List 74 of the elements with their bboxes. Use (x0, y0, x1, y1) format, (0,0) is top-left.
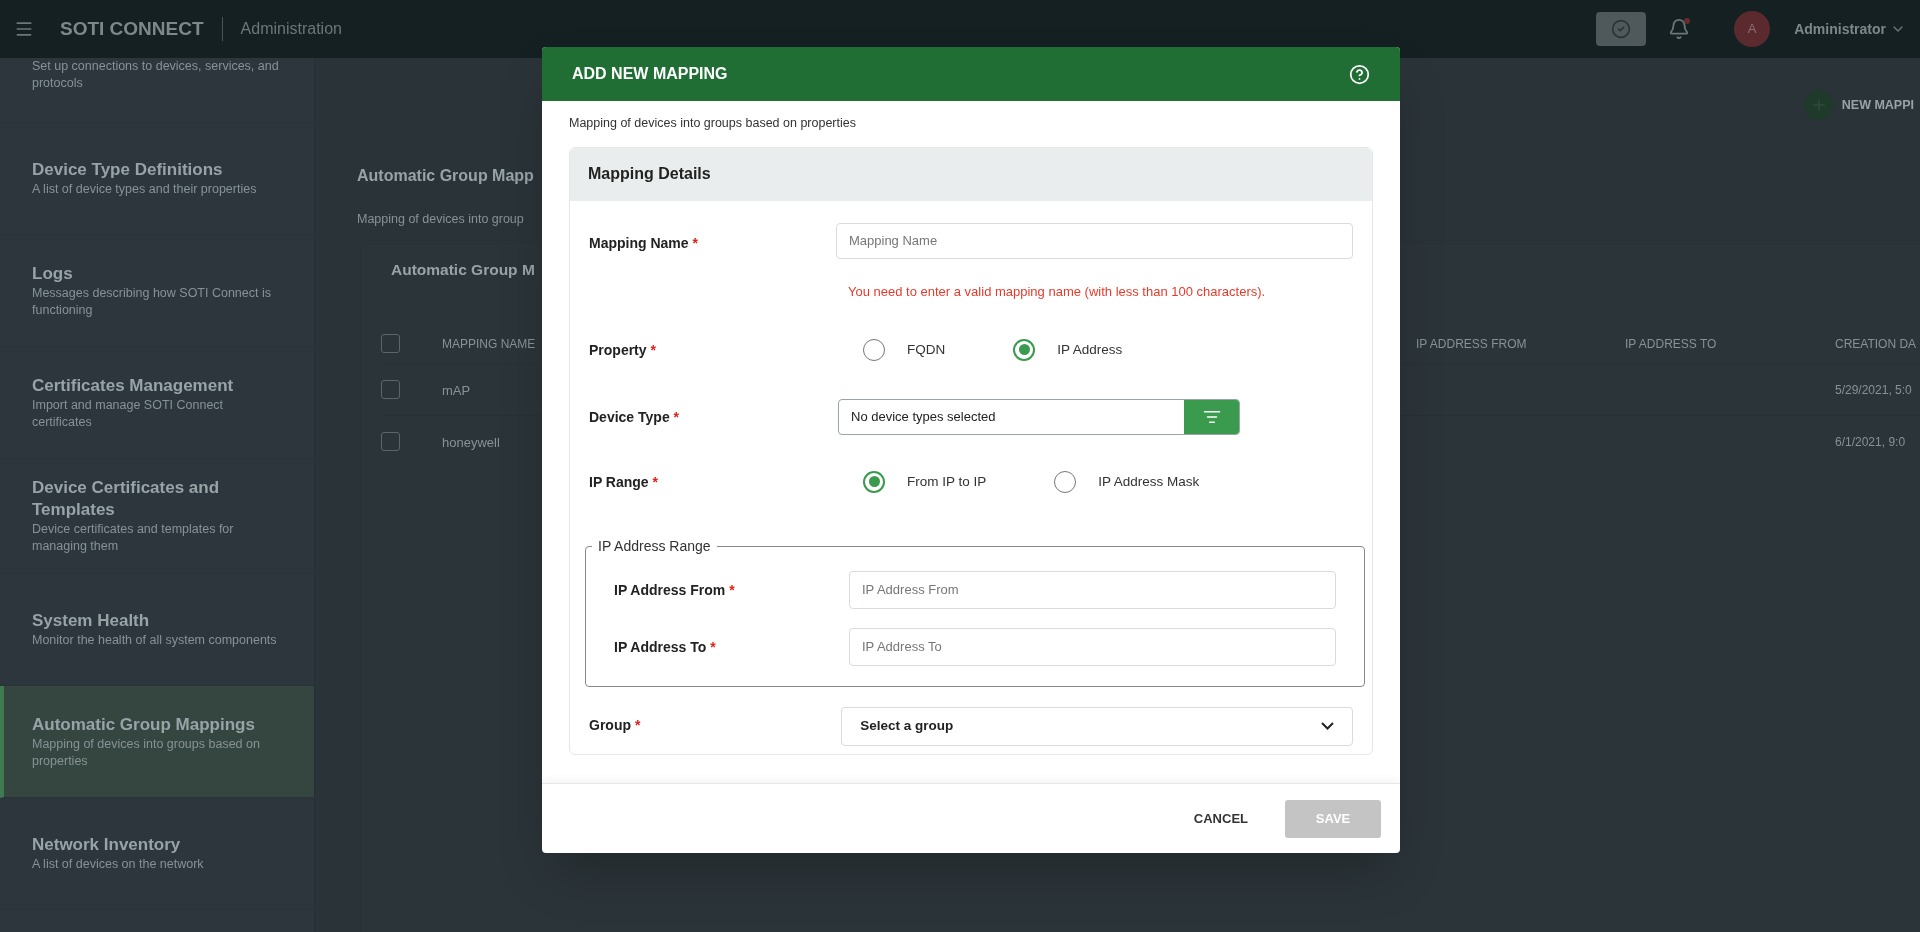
table-cell-text: 6/1/2021, 9:0 (1835, 433, 1906, 451)
column-header: CREATION DA (1835, 337, 1917, 351)
item-title: System Health (32, 610, 151, 632)
menu-icon[interactable] (14, 19, 34, 39)
dialog-description: Mapping of devices into groups based on properties (569, 115, 857, 132)
item-description: A list of device types and their properties (32, 181, 258, 198)
table-title: Automatic Group M (391, 259, 535, 280)
row-checkbox[interactable] (381, 380, 400, 399)
radio-label: From IP to IP (907, 472, 987, 491)
page-title: Automatic Group Mapp (357, 166, 534, 186)
ip-address-field[interactable]: IP Address To (849, 627, 1336, 666)
status-button[interactable] (1596, 12, 1647, 46)
mapping-name-field[interactable]: Mapping Name (836, 222, 1353, 259)
field-label: Device Type * (589, 408, 679, 425)
ip-address-field[interactable]: IP Address From (849, 570, 1336, 609)
user-name[interactable]: Administrator (1794, 18, 1886, 40)
dialog-title: ADD NEW MAPPING (572, 64, 728, 84)
group-legend: IP Address Range (592, 535, 717, 557)
user-avatar[interactable]: A (1734, 11, 1771, 47)
item-description: Set up connections to devices, services, and protocols (32, 58, 280, 92)
sidebar-item[interactable]: Certificates Management Import and manage SOTI Connect certificates (0, 347, 314, 459)
header-checkbox[interactable] (381, 333, 400, 353)
sidebar-item[interactable]: Set up connections to devices, services, and protocols (0, 58, 314, 123)
new-mapping-button[interactable]: NEW MAPPI (1803, 90, 1914, 120)
check-circle-icon (1611, 19, 1632, 39)
column-header: MAPPING NAME (442, 337, 536, 351)
item-title: Certificates Management (32, 374, 235, 397)
radio-button[interactable] (863, 338, 885, 361)
radio-label: FQDN (907, 340, 946, 359)
item-description: Device certificates and templates for managing them (32, 521, 235, 555)
field-label: IP Range * (589, 473, 658, 490)
item-title: Automatic Group Mappings (32, 713, 256, 736)
filter-button[interactable] (1184, 399, 1239, 434)
sidebar-item[interactable]: Logs Messages describing how SOTI Connect is functioning (0, 235, 314, 347)
sidebar-item[interactable]: Network Inventory A list of devices on the network (0, 798, 314, 910)
item-title: Device Type Definitions (32, 159, 224, 181)
item-title: Logs (32, 262, 74, 285)
table-cell: honeywell (442, 434, 500, 450)
help-icon[interactable] (1349, 63, 1370, 85)
item-description: Messages describing how SOTI Connect is functioning (32, 284, 272, 319)
column-header: IP ADDRESS TO (1625, 337, 1717, 351)
radio-label: IP Address Mask (1098, 472, 1200, 491)
radio-label: IP Address (1057, 340, 1123, 359)
sidebar-item[interactable]: Device Type Definitions A list of device types and their properties (0, 123, 314, 235)
chevron-down-icon (1321, 722, 1334, 731)
cancel-button[interactable]: CANCEL (1193, 808, 1248, 829)
field-label: Mapping Name * (589, 234, 698, 251)
device-type-field[interactable]: No device types selected (838, 398, 1240, 435)
item-description: Import and manage SOTI Connect certificates (32, 396, 225, 431)
brand-name: SOTI CONNECT (60, 16, 204, 41)
error-message: You need to enter a valid mapping name (with less than 100 characters). (848, 283, 1266, 299)
item-description: Monitor the health of all system components (32, 632, 278, 649)
table-cell-text: 5/29/2021, 5:0 (1835, 381, 1912, 399)
field-label: IP Address From * (614, 581, 735, 598)
section-title: Administration (240, 19, 342, 39)
radio-button[interactable] (1054, 470, 1077, 493)
radio-button[interactable] (863, 470, 885, 493)
table-cell: mAP (442, 382, 471, 398)
radio-button[interactable] (1013, 338, 1036, 361)
notifications-icon[interactable] (1668, 18, 1691, 40)
row-checkbox[interactable] (381, 432, 400, 451)
item-title: Device Certificates and Templates (32, 477, 221, 521)
field-label: Property * (589, 341, 656, 358)
item-title: Network Inventory (32, 834, 182, 856)
field-label: Group * (589, 716, 641, 733)
column-header: IP ADDRESS FROM (1416, 337, 1527, 351)
item-description: Mapping of devices into groups based on properties (32, 735, 261, 770)
page-subtitle: Mapping of devices into group (357, 211, 524, 228)
item-description: A list of devices on the network (32, 856, 205, 873)
field-label: IP Address To * (614, 638, 716, 655)
card-title: Mapping Details (588, 164, 711, 185)
sidebar-item[interactable]: Device Certificates and Templates Device certificates and templates for managing them (0, 459, 314, 574)
sidebar-item[interactable]: Automatic Group Mappings Mapping of devices into groups based on properties (0, 686, 314, 798)
group-select[interactable]: Select a group (841, 706, 1353, 746)
